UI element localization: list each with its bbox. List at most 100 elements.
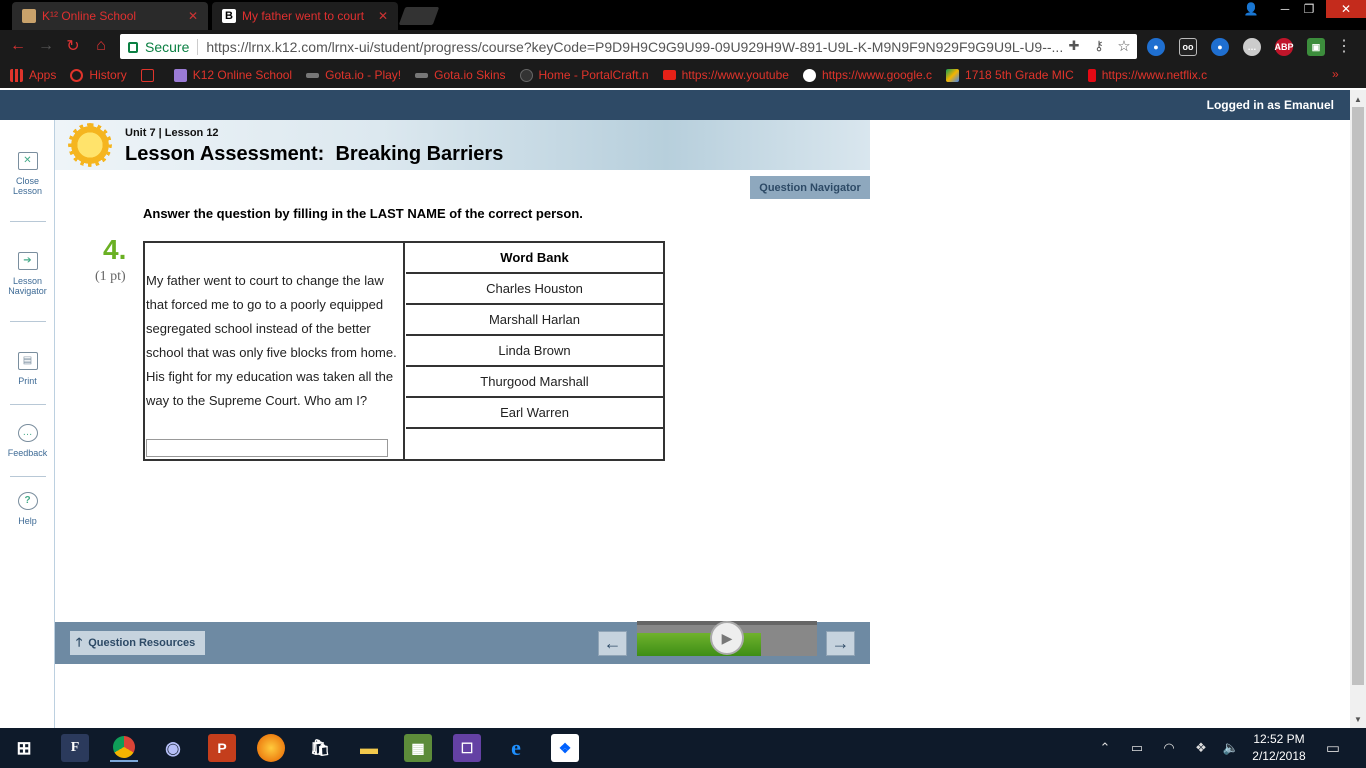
answer-input[interactable]: [146, 439, 388, 457]
tray-chevron-icon[interactable]: ⌃: [1096, 740, 1114, 756]
rail-label: Close Lesson: [12, 176, 43, 196]
bookmark-label: https://www.google.c: [821, 68, 933, 82]
title-prefix: Lesson Assessment:: [125, 143, 325, 165]
bookmark-gota-skins[interactable]: Gota.io Skins: [415, 68, 506, 82]
url-text: https://lrnx.k12.com/lrnx-ui/student/pro…: [206, 38, 1064, 55]
action-center-icon[interactable]: ▭: [1324, 740, 1342, 757]
brainly-favicon-icon: B: [222, 9, 236, 23]
search-extension-2-icon[interactable]: ●: [1211, 38, 1229, 56]
play-button[interactable]: ▶: [710, 621, 744, 655]
printer-icon: ▤: [17, 352, 38, 370]
secure-label: Secure: [145, 38, 190, 55]
file-explorer-icon[interactable]: ▬: [355, 734, 383, 762]
restore-button[interactable]: ❐: [1292, 0, 1326, 18]
bookmark-google[interactable]: https://www.google.c: [802, 68, 933, 82]
bookmark-apps[interactable]: Apps: [10, 68, 56, 82]
bookmark-gota-play[interactable]: Gota.io - Play!: [306, 68, 401, 82]
scroll-up-arrow-icon[interactable]: ▲: [1350, 91, 1366, 107]
rail-divider: [10, 404, 46, 405]
powerpoint-icon[interactable]: P: [208, 734, 236, 762]
key-icon[interactable]: ⚷: [1091, 38, 1107, 54]
taskbar-clock[interactable]: 12:52 PM 2/12/2018: [1250, 731, 1308, 765]
new-tab-button[interactable]: [398, 7, 440, 25]
close-lesson-icon: ✕: [17, 152, 38, 170]
word-bank-item: Thurgood Marshall: [406, 367, 663, 398]
clock-date: 2/12/2018: [1252, 749, 1306, 763]
reload-icon[interactable]: ↻: [63, 36, 83, 56]
right-arrow-icon: →: [831, 633, 850, 653]
battery-icon[interactable]: ▭: [1128, 740, 1146, 756]
f-app-icon[interactable]: F: [61, 734, 89, 762]
edge-icon[interactable]: e: [502, 734, 530, 762]
search-extension-icon[interactable]: ●: [1147, 38, 1165, 56]
bookmark-blank-page[interactable]: [140, 68, 160, 82]
twitch-icon[interactable]: ☐: [453, 734, 481, 762]
glasses-extension-icon[interactable]: oo: [1179, 38, 1197, 56]
bookmark-youtube[interactable]: https://www.youtube: [662, 68, 789, 82]
volume-icon[interactable]: 🔈: [1222, 740, 1240, 756]
bookmark-portalcraft[interactable]: Home - PortalCraft.n: [519, 68, 649, 82]
portalcraft-icon: [519, 68, 533, 82]
chrome-icon[interactable]: [110, 734, 138, 762]
adblock-plus-icon[interactable]: ABP: [1275, 38, 1294, 56]
tab-close-icon[interactable]: ✕: [188, 9, 198, 23]
scrollbar-thumb[interactable]: [1352, 107, 1364, 685]
profile-icon[interactable]: 👤: [1238, 0, 1264, 18]
tab-close-icon[interactable]: ✕: [378, 9, 388, 23]
window-close-button[interactable]: ✕: [1326, 0, 1366, 18]
home-icon[interactable]: ⌂: [91, 36, 111, 56]
bookmark-label: Apps: [29, 68, 57, 82]
tab-title: My father went to court: [242, 9, 365, 23]
clock-icon: [70, 68, 84, 82]
dropbox-tray-icon[interactable]: ❖: [1192, 740, 1210, 756]
bookmark-k12[interactable]: K12 Online School: [173, 68, 292, 82]
forward-arrow-icon[interactable]: →: [36, 36, 56, 56]
address-bar[interactable]: Secure https://lrnx.k12.com/lrnx-ui/stud…: [120, 34, 1137, 59]
word-bank-item: Linda Brown: [406, 336, 663, 367]
tab-title: K¹² Online School: [42, 9, 137, 23]
question-number: 4.: [103, 234, 127, 265]
word-bank-item: Marshall Harlan: [406, 305, 663, 336]
bookmark-google-drive[interactable]: 1718 5th Grade MIC: [946, 68, 1074, 82]
dropbox-icon[interactable]: ❖: [551, 734, 579, 762]
print-button[interactable]: ▤ Print: [0, 352, 55, 386]
tab-k12-online-school[interactable]: K¹² Online School ✕: [12, 2, 208, 30]
question-resources-button[interactable]: 🡑 Question Resources: [70, 631, 205, 655]
lesson-navigator-button[interactable]: ➔ Lesson Navigator: [0, 252, 55, 296]
chat-extension-icon[interactable]: …: [1243, 38, 1261, 56]
k12-icon: [173, 68, 187, 82]
firefox-icon[interactable]: [257, 734, 285, 762]
bookmark-label: Gota.io Skins: [434, 68, 506, 82]
close-lesson-button[interactable]: ✕ Close Lesson: [0, 152, 55, 196]
store-icon[interactable]: 🛍: [306, 734, 334, 762]
feedback-button[interactable]: … Feedback: [0, 424, 55, 458]
minecraft-icon[interactable]: ▦: [404, 734, 432, 762]
logged-in-text: Logged in as Emanuel: [1206, 98, 1334, 112]
wifi-icon[interactable]: ◠: [1160, 740, 1178, 756]
unit-lesson-label: Unit 7 | Lesson 12: [125, 127, 219, 139]
page-icon: [140, 68, 154, 82]
bookmarks-overflow-icon[interactable]: »: [1332, 67, 1339, 81]
bookmark-star-icon[interactable]: ☆: [1116, 38, 1132, 55]
next-question-button[interactable]: →: [826, 631, 855, 656]
scroll-down-arrow-icon[interactable]: ▼: [1350, 711, 1366, 727]
omnibox-divider: [197, 38, 199, 55]
rail-label: Help: [18, 516, 37, 526]
help-button[interactable]: ? Help: [0, 492, 55, 526]
left-arrow-icon: ←: [603, 633, 622, 653]
back-arrow-icon[interactable]: ←: [8, 36, 28, 56]
logged-in-bar: Logged in as Emanuel: [0, 90, 1350, 120]
discord-icon[interactable]: ◉: [159, 734, 187, 762]
bookmark-netflix[interactable]: https://www.netflix.c: [1087, 68, 1207, 82]
bookmark-label: Gota.io - Play!: [325, 68, 402, 82]
previous-question-button[interactable]: ←: [598, 631, 627, 656]
puzzle-extension-icon[interactable]: ✚: [1066, 38, 1082, 54]
question-navigator-button[interactable]: Question Navigator: [750, 176, 870, 199]
youtube-icon: [662, 70, 676, 80]
green-extension-icon[interactable]: ▣: [1307, 38, 1325, 56]
question-text: My father went to court to change the la…: [146, 273, 397, 408]
bookmark-history[interactable]: History: [70, 68, 127, 82]
windows-start-icon[interactable]: ⊞: [10, 734, 38, 762]
chrome-menu-icon[interactable]: ⋮: [1336, 38, 1352, 55]
tab-my-father-went-to-court[interactable]: B My father went to court ✕: [212, 2, 398, 30]
